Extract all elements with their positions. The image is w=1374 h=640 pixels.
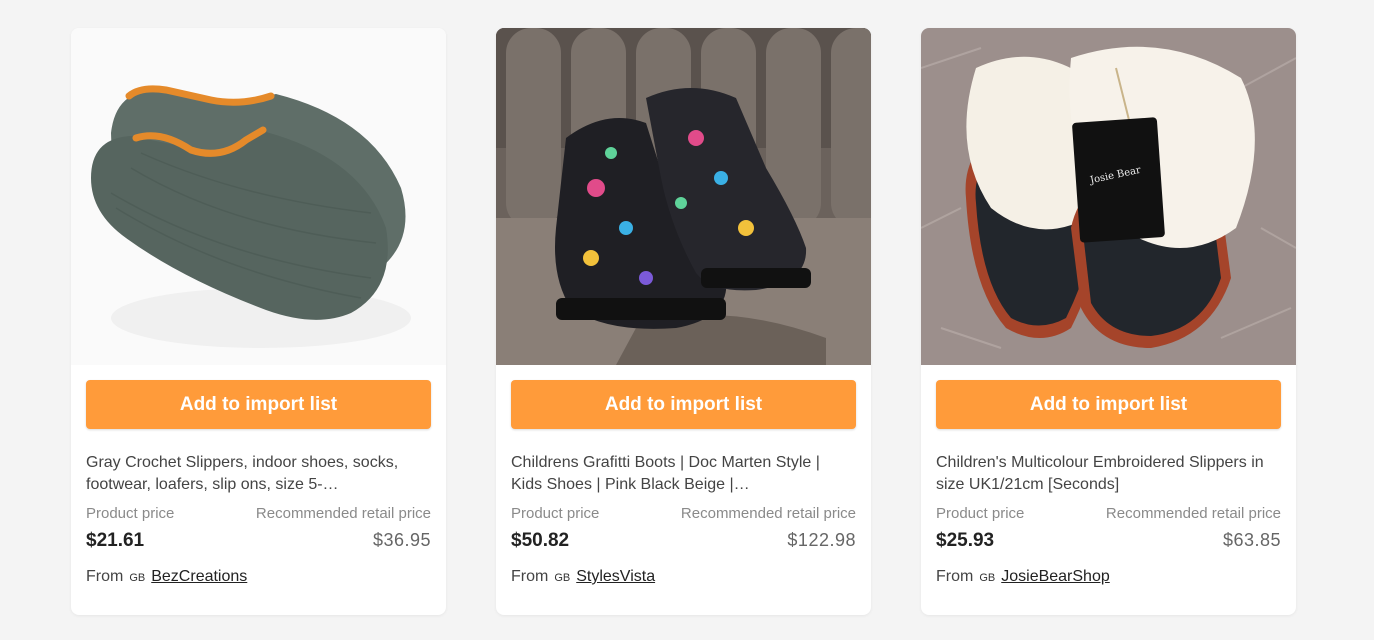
price-labels: Product price Recommended retail price bbox=[86, 505, 431, 522]
seller-info: From GB BezCreations bbox=[86, 568, 247, 586]
retail-price: $63.85 bbox=[1222, 530, 1281, 550]
price-values: $25.93 $63.85 bbox=[936, 530, 1281, 552]
seller-info: From GB JosieBearShop bbox=[936, 568, 1110, 586]
product-price-label: Product price bbox=[936, 505, 1025, 522]
product-card: Josie Bear Add to import list Children's… bbox=[921, 28, 1296, 615]
product-price-label: Product price bbox=[86, 505, 175, 522]
price-values: $21.61 $36.95 bbox=[86, 530, 431, 552]
price-values: $50.82 $122.98 bbox=[511, 530, 856, 552]
price-labels: Product price Recommended retail price bbox=[511, 505, 856, 522]
product-card: Add to import list Childrens Grafitti Bo… bbox=[496, 28, 871, 615]
retail-price-label: Recommended retail price bbox=[680, 505, 856, 522]
product-image[interactable] bbox=[71, 28, 446, 365]
product-price: $25.93 bbox=[936, 530, 995, 551]
product-title[interactable]: Gray Crochet Slippers, indoor shoes, soc… bbox=[86, 452, 421, 496]
product-price-label: Product price bbox=[511, 505, 600, 522]
retail-price-label: Recommended retail price bbox=[1105, 505, 1281, 522]
country-code: GB bbox=[129, 572, 146, 584]
product-image[interactable]: Josie Bear bbox=[921, 28, 1296, 365]
add-to-import-list-button[interactable]: Add to import list bbox=[511, 380, 856, 429]
seller-link[interactable]: BezCreations bbox=[151, 568, 247, 586]
from-label: From bbox=[936, 568, 974, 585]
product-card: Add to import list Gray Crochet Slippers… bbox=[71, 28, 446, 615]
country-code: GB bbox=[554, 572, 571, 584]
add-to-import-list-button[interactable]: Add to import list bbox=[86, 380, 431, 429]
retail-price: $36.95 bbox=[372, 530, 431, 550]
product-price: $21.61 bbox=[86, 530, 145, 551]
seller-info: From GB StylesVista bbox=[511, 568, 655, 586]
seller-link[interactable]: JosieBearShop bbox=[1001, 568, 1110, 586]
from-label: From bbox=[86, 568, 124, 585]
retail-price-label: Recommended retail price bbox=[255, 505, 431, 522]
product-title[interactable]: Children's Multicolour Embroidered Slipp… bbox=[936, 452, 1271, 496]
country-code: GB bbox=[979, 572, 996, 584]
product-price: $50.82 bbox=[511, 530, 570, 551]
seller-link[interactable]: StylesVista bbox=[576, 568, 655, 586]
from-label: From bbox=[511, 568, 549, 585]
product-title[interactable]: Childrens Grafitti Boots | Doc Marten St… bbox=[511, 452, 846, 496]
add-to-import-list-button[interactable]: Add to import list bbox=[936, 380, 1281, 429]
product-grid: Add to import list Gray Crochet Slippers… bbox=[71, 28, 1296, 615]
retail-price: $122.98 bbox=[787, 530, 856, 550]
product-image[interactable] bbox=[496, 28, 871, 365]
price-labels: Product price Recommended retail price bbox=[936, 505, 1281, 522]
